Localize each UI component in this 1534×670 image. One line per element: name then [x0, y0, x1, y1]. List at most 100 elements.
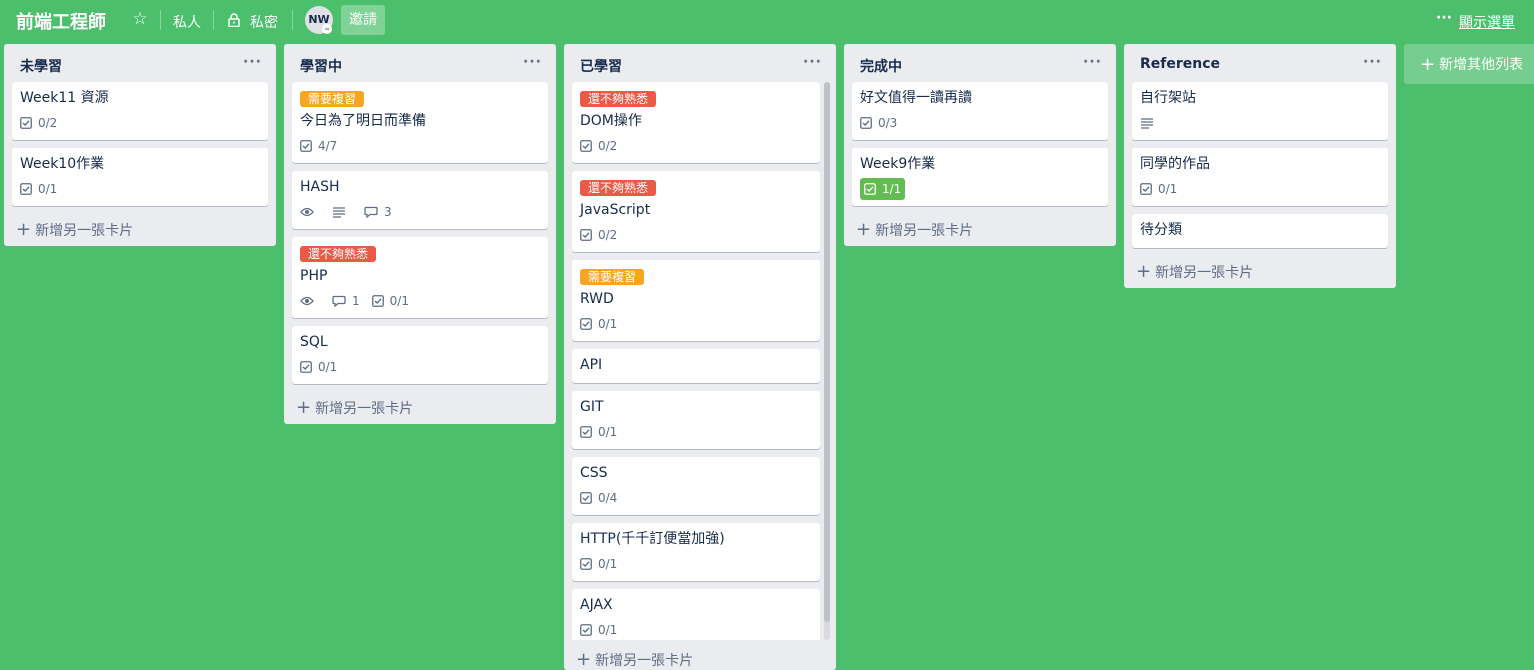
checklist-icon — [860, 117, 872, 129]
privacy-button[interactable]: 私密 — [250, 12, 278, 32]
checklist-badge: 0/1 — [1140, 180, 1177, 198]
divider — [292, 10, 293, 30]
checklist-icon — [580, 558, 592, 570]
checklist-count: 0/3 — [878, 116, 898, 130]
card[interactable]: 需要複習 今日為了明日而準備 4/7 — [292, 82, 548, 163]
card[interactable]: API — [572, 349, 820, 383]
card[interactable]: 同學的作品 0/1 — [1132, 148, 1388, 206]
list-header: Reference ··· — [1124, 44, 1396, 82]
eye-icon — [300, 207, 314, 217]
card-title: HASH — [300, 179, 340, 195]
card-title: DOM操作 — [580, 113, 642, 129]
card[interactable]: 待分類 — [1132, 214, 1388, 248]
checklist-badge: 0/1 — [580, 315, 617, 333]
team-visibility-button[interactable]: 私人 — [173, 12, 201, 32]
add-card-button[interactable]: + 新增另一張卡片 — [4, 214, 276, 246]
plus-icon: + — [1136, 261, 1152, 282]
card[interactable]: 還不夠熟悉 DOM操作 0/2 — [572, 82, 820, 163]
card-label: 需要複習 — [580, 269, 645, 285]
add-card-button[interactable]: + 新增另一張卡片 — [564, 644, 705, 670]
card[interactable]: 還不夠熟悉 JavaScript 0/2 — [572, 171, 820, 252]
checklist-badge-complete: 1/1 — [860, 178, 906, 200]
card[interactable]: Week11 資源 0/2 — [12, 82, 268, 140]
list-menu-icon[interactable]: ··· — [803, 54, 822, 70]
plus-icon: + — [856, 219, 872, 240]
description-icon — [333, 207, 345, 218]
comment-count: 3 — [384, 205, 392, 219]
card-title: AJAX — [580, 597, 613, 613]
card[interactable]: Week9作業 1/1 — [852, 148, 1108, 206]
eye-icon — [300, 296, 314, 306]
card[interactable]: 還不夠熟悉 PHP 1 0/1 — [292, 237, 548, 318]
add-list-label: 新增其他列表 — [1439, 57, 1524, 73]
show-menu-button[interactable]: 顯示選單 — [1459, 12, 1515, 32]
checklist-count: 0/1 — [1158, 182, 1178, 196]
scrollbar[interactable] — [824, 82, 830, 640]
card-label: 需要複習 — [300, 91, 365, 107]
card[interactable]: HTTP(千千訂便當加強) 0/1 — [572, 523, 820, 581]
divider — [160, 10, 161, 30]
card[interactable]: HASH 3 — [292, 171, 548, 229]
plus-icon: + — [16, 219, 32, 240]
add-card-button[interactable]: + 新增另一張卡片 — [284, 392, 556, 424]
card[interactable]: AJAX 0/1 — [572, 589, 820, 640]
card[interactable]: GIT 0/1 — [572, 391, 820, 449]
card[interactable]: 好文值得一讀再讀 0/3 — [852, 82, 1108, 140]
card-label: 還不夠熟悉 — [580, 91, 657, 107]
list-menu-icon[interactable]: ··· — [1363, 54, 1382, 70]
checklist-count: 4/7 — [318, 139, 338, 153]
checklist-badge: 0/1 — [20, 180, 57, 198]
card-title: CSS — [580, 465, 608, 481]
list-title[interactable]: 學習中 — [300, 56, 342, 76]
list-title[interactable]: 完成中 — [860, 56, 902, 76]
card[interactable]: Week10作業 0/1 — [12, 148, 268, 206]
watching-badge — [300, 203, 320, 221]
checklist-count: 0/4 — [598, 491, 618, 505]
checklist-badge: 0/3 — [860, 114, 897, 132]
invite-button[interactable]: 邀請 — [341, 5, 385, 35]
list-reference: Reference ··· 自行架站 同學的作品 0/1 待分類 + 新增另一張卡… — [1124, 44, 1396, 288]
checklist-count: 0/1 — [598, 317, 618, 331]
comments-badge: 1 — [332, 292, 360, 310]
list-menu-icon[interactable]: ··· — [1083, 54, 1102, 70]
list-learned: 已學習 ··· 還不夠熟悉 DOM操作 0/2 還不夠熟悉 JavaScript… — [564, 44, 836, 670]
list-title[interactable]: 已學習 — [580, 56, 622, 76]
admin-chevron-icon: ≈ — [322, 24, 332, 34]
checklist-count: 0/2 — [598, 139, 618, 153]
plus-icon: + — [576, 649, 592, 670]
card-title: 今日為了明日而準備 — [300, 113, 426, 129]
list-title[interactable]: Reference — [1140, 56, 1220, 72]
checklist-count: 0/2 — [38, 116, 58, 130]
add-list-button[interactable]: + 新增其他列表 — [1404, 44, 1534, 84]
card-title: PHP — [300, 268, 328, 284]
list-header: 未學習 ··· — [4, 44, 276, 82]
add-card-button[interactable]: + 新增另一張卡片 — [1124, 256, 1396, 288]
card[interactable]: CSS 0/4 — [572, 457, 820, 515]
checklist-icon — [1140, 183, 1152, 195]
list-header: 學習中 ··· — [284, 44, 556, 82]
checklist-icon — [20, 117, 32, 129]
card[interactable]: 自行架站 — [1132, 82, 1388, 140]
card-scroll-area[interactable]: 還不夠熟悉 DOM操作 0/2 還不夠熟悉 JavaScript 0/2 需要複… — [564, 82, 836, 640]
more-icon[interactable]: ··· — [1436, 10, 1452, 26]
checklist-icon — [580, 318, 592, 330]
card[interactable]: 需要複習 RWD 0/1 — [572, 260, 820, 341]
board-title[interactable]: 前端工程師 — [16, 8, 106, 34]
list-title[interactable]: 未學習 — [20, 56, 62, 76]
description-icon — [1141, 118, 1153, 129]
plus-icon: + — [296, 397, 312, 418]
card-title: 好文值得一讀再讀 — [860, 90, 972, 106]
add-card-label: 新增另一張卡片 — [315, 401, 414, 417]
lock-icon — [228, 13, 240, 27]
checklist-badge: 4/7 — [300, 137, 337, 155]
scrollbar-thumb[interactable] — [824, 82, 830, 622]
card[interactable]: SQL 0/1 — [292, 326, 548, 384]
list-menu-icon[interactable]: ··· — [523, 54, 542, 70]
card-title: RWD — [580, 291, 614, 307]
checklist-count: 0/1 — [38, 182, 58, 196]
list-menu-icon[interactable]: ··· — [243, 54, 262, 70]
checklist-count: 1/1 — [882, 182, 902, 196]
add-card-button[interactable]: + 新增另一張卡片 — [844, 214, 1116, 246]
add-card-label: 新增另一張卡片 — [35, 223, 134, 239]
star-icon[interactable]: ☆ — [131, 10, 149, 28]
